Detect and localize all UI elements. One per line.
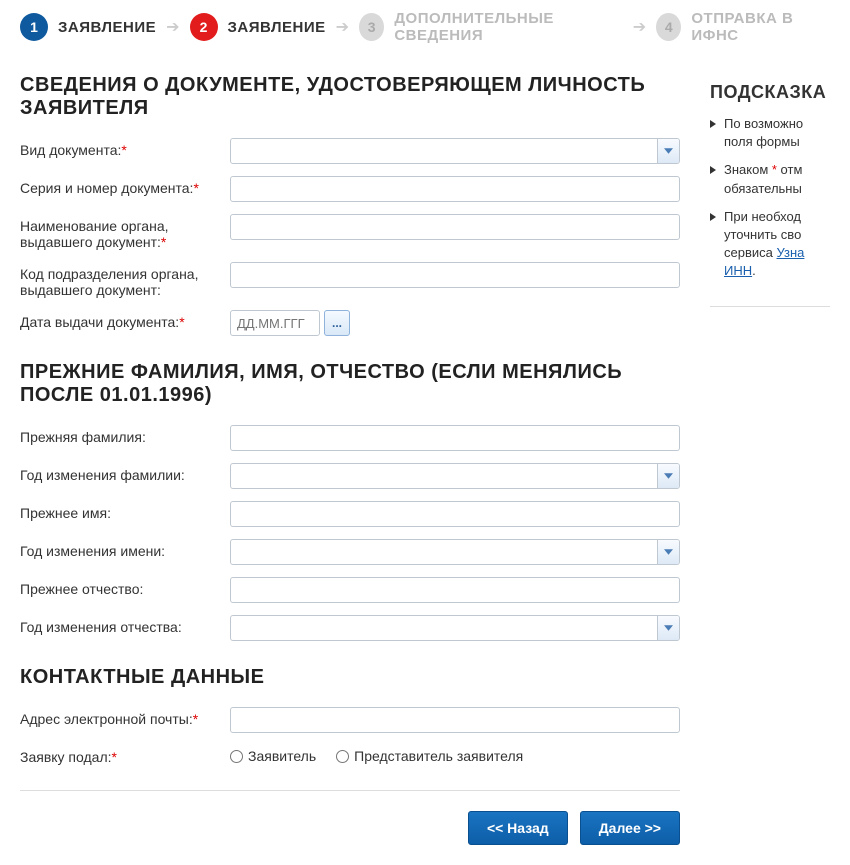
prev-patronymic-label: Прежнее отчество: bbox=[20, 577, 220, 597]
radio-representative[interactable]: Представитель заявителя bbox=[336, 748, 523, 764]
doc-kind-select[interactable] bbox=[230, 138, 680, 164]
step-2-circle: 2 bbox=[190, 13, 218, 41]
year-name-label: Год изменения имени: bbox=[20, 539, 220, 559]
prev-surname-label: Прежняя фамилия: bbox=[20, 425, 220, 445]
sidebar-divider bbox=[710, 306, 830, 307]
section-contact-title: КОНТАКТНЫЕ ДАННЫЕ bbox=[20, 666, 680, 689]
radio-applicant-input[interactable] bbox=[230, 750, 243, 763]
prev-name-label: Прежнее имя: bbox=[20, 501, 220, 521]
doc-code-label: Код подразделения органа, выдавшего доку… bbox=[20, 262, 220, 298]
wizard-stepper: 1 ЗАЯВЛЕНИЕ ➔ 2 ЗАЯВЛЕНИЕ ➔ 3 ДОПОЛНИТЕЛ… bbox=[0, 0, 850, 64]
section-prevnames-title: ПРЕЖНИЕ ФАМИЛИЯ, ИМЯ, ОТЧЕСТВО (ЕСЛИ МЕН… bbox=[20, 361, 680, 407]
doc-series-input[interactable] bbox=[230, 176, 680, 202]
back-button[interactable]: << Назад bbox=[468, 811, 568, 845]
step-3-circle: 3 bbox=[359, 13, 384, 41]
prev-patronymic-input[interactable] bbox=[230, 577, 680, 603]
tip-link-inn[interactable]: ИНН bbox=[724, 263, 752, 278]
radio-applicant[interactable]: Заявитель bbox=[230, 748, 316, 764]
step-4[interactable]: 4 ОТПРАВКА В ИФНС bbox=[656, 10, 830, 44]
sidebar-title: ПОДСКАЗКА bbox=[710, 82, 830, 103]
doc-date-label: Дата выдачи документа:* bbox=[20, 310, 220, 330]
doc-kind-label: Вид документа:* bbox=[20, 138, 220, 158]
doc-series-label: Серия и номер документа:* bbox=[20, 176, 220, 196]
step-4-circle: 4 bbox=[656, 13, 681, 41]
submitter-label: Заявку подал:* bbox=[20, 745, 220, 765]
prev-surname-input[interactable] bbox=[230, 425, 680, 451]
chevron-down-icon[interactable] bbox=[657, 540, 679, 564]
divider bbox=[20, 790, 680, 791]
year-patronymic-select[interactable] bbox=[230, 615, 680, 641]
date-picker-button[interactable]: ... bbox=[324, 310, 350, 336]
year-name-select[interactable] bbox=[230, 539, 680, 565]
chevron-down-icon[interactable] bbox=[657, 139, 679, 163]
email-input[interactable] bbox=[230, 707, 680, 733]
chevron-right-icon: ➔ bbox=[633, 17, 646, 37]
step-4-label: ОТПРАВКА В ИФНС bbox=[691, 10, 830, 44]
chevron-right-icon: ➔ bbox=[336, 17, 349, 37]
tip-3: При необход уточнить сво сервиса Узна ИН… bbox=[710, 208, 830, 281]
step-1-label: ЗАЯВЛЕНИЕ bbox=[58, 19, 156, 36]
step-1[interactable]: 1 ЗАЯВЛЕНИЕ bbox=[20, 13, 156, 41]
tip-link-uznai[interactable]: Узна bbox=[776, 245, 804, 260]
tip-1: По возможно поля формы bbox=[710, 115, 830, 151]
step-2-label: ЗАЯВЛЕНИЕ bbox=[228, 19, 326, 36]
step-1-circle: 1 bbox=[20, 13, 48, 41]
doc-issuer-label: Наименование органа, выдавшего документ:… bbox=[20, 214, 220, 250]
tip-2: Знаком * отм обязательны bbox=[710, 161, 830, 197]
radio-representative-input[interactable] bbox=[336, 750, 349, 763]
chevron-down-icon[interactable] bbox=[657, 464, 679, 488]
prev-name-input[interactable] bbox=[230, 501, 680, 527]
chevron-right-icon: ➔ bbox=[166, 17, 179, 37]
radio-applicant-label: Заявитель bbox=[248, 748, 316, 764]
year-surname-select[interactable] bbox=[230, 463, 680, 489]
tip-list: По возможно поля формы Знаком * отм обяз… bbox=[710, 115, 830, 281]
email-label: Адрес электронной почты:* bbox=[20, 707, 220, 727]
step-3-label: ДОПОЛНИТЕЛЬНЫЕ СВЕДЕНИЯ bbox=[394, 10, 622, 44]
next-button[interactable]: Далее >> bbox=[580, 811, 680, 845]
step-2[interactable]: 2 ЗАЯВЛЕНИЕ bbox=[190, 13, 326, 41]
doc-issuer-input[interactable] bbox=[230, 214, 680, 240]
chevron-down-icon[interactable] bbox=[657, 616, 679, 640]
doc-code-input[interactable] bbox=[230, 262, 680, 288]
step-3[interactable]: 3 ДОПОЛНИТЕЛЬНЫЕ СВЕДЕНИЯ bbox=[359, 10, 623, 44]
doc-date-input[interactable] bbox=[230, 310, 320, 336]
section-doc-title: СВЕДЕНИЯ О ДОКУМЕНТЕ, УДОСТОВЕРЯЮЩЕМ ЛИЧ… bbox=[20, 74, 680, 120]
radio-representative-label: Представитель заявителя bbox=[354, 748, 523, 764]
year-patronymic-label: Год изменения отчества: bbox=[20, 615, 220, 635]
year-surname-label: Год изменения фамилии: bbox=[20, 463, 220, 483]
